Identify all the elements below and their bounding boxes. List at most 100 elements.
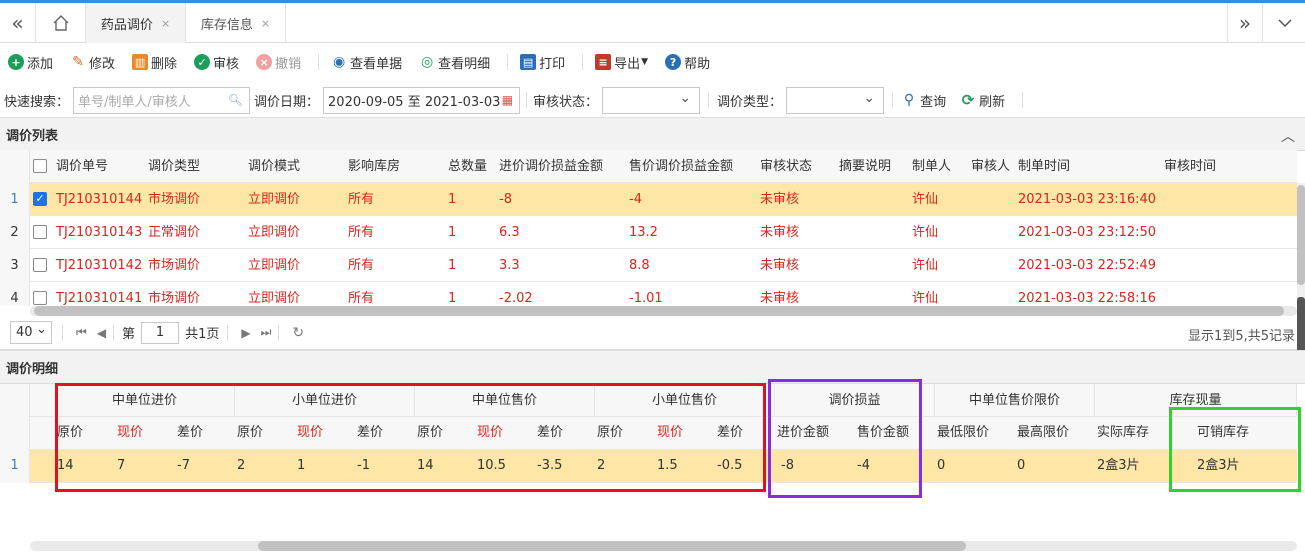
export-label: 导出: [614, 56, 641, 72]
column-header[interactable]: 调价模式: [248, 150, 300, 183]
column-header[interactable]: 审核人: [971, 150, 1010, 183]
tab-stock-info[interactable]: 库存信息 ×: [186, 3, 286, 43]
prev-page-icon[interactable]: ◀: [97, 326, 106, 340]
list-scrollbar-thumb[interactable]: [34, 306, 1284, 316]
row-checkbox[interactable]: [33, 258, 47, 272]
date-range-input[interactable]: 2020-09-05 至 2021-03-03 ▦: [323, 86, 521, 114]
toolbar-divider: [318, 54, 320, 70]
scroll-tabs-left-icon[interactable]: «: [0, 3, 36, 43]
cell-adjust-type: 市场调价: [148, 258, 201, 273]
list-vscrollbar-thumb[interactable]: [1297, 185, 1305, 285]
highlight-box-green: [1169, 407, 1301, 492]
view-doc-button[interactable]: ◉ 查看单据: [331, 53, 402, 72]
collapse-chevron-up-icon[interactable]: ︿: [1281, 126, 1295, 146]
home-icon[interactable]: [36, 3, 86, 43]
column-header[interactable]: 制单时间: [1018, 150, 1070, 183]
audit-status-select[interactable]: ⌄: [602, 86, 701, 114]
cell-cost-pl: 6.3: [499, 225, 520, 240]
view-detail-button[interactable]: ◎ 查看明细: [419, 53, 490, 72]
cell-sale-pl: 13.2: [629, 225, 658, 240]
quick-search-input[interactable]: 单号/制单人/审核人 🔍︎: [73, 86, 251, 114]
cell-cost-pl: -2.02: [499, 291, 533, 306]
last-page-icon[interactable]: ⏭: [261, 325, 272, 340]
cell-qty: 1: [448, 258, 457, 273]
cell-audit-status: 未审核: [760, 291, 800, 306]
cell-adjust-type: 正常调价: [148, 225, 201, 240]
close-icon[interactable]: ×: [261, 17, 270, 30]
select-all-checkbox[interactable]: [33, 159, 47, 173]
table-row[interactable]: 1 ✓ TJ210310144 市场调价 立即调价 所有 1 -8 -4 未审核…: [0, 183, 1297, 216]
help-icon: ?: [665, 54, 682, 70]
column-header[interactable]: 调价单号: [56, 150, 108, 183]
row-checkbox[interactable]: ✓: [33, 192, 47, 206]
group-header: 中单位售价限价: [935, 384, 1095, 417]
cell-created-at: 2021-03-03 23:16:40: [1018, 192, 1157, 207]
detail-scrollbar-thumb[interactable]: [258, 541, 966, 551]
date-label: 调价日期：: [254, 94, 320, 110]
tab-drug-price-adjust[interactable]: 药品调价 ×: [86, 3, 186, 43]
chevron-down-icon: ⌄: [679, 89, 692, 106]
cell-qty: 1: [448, 291, 457, 306]
table-row[interactable]: 2 TJ210310143 正常调价 立即调价 所有 1 6.3 13.2 未审…: [0, 216, 1297, 249]
highlight-box-purple: [768, 379, 922, 498]
column-header[interactable]: 影响库房: [348, 150, 400, 183]
cell-creator: 许仙: [912, 192, 939, 207]
add-button[interactable]: + 添加: [8, 53, 53, 72]
audit-button[interactable]: ✓ 审核: [194, 53, 239, 72]
column-header[interactable]: 售价调价损益金额: [629, 150, 733, 183]
table-row[interactable]: 4 TJ210310141 市场调价 立即调价 所有 1 -2.02 -1.01…: [0, 282, 1297, 306]
cell-warehouse: 所有: [348, 192, 375, 207]
column-header[interactable]: 进价调价损益金额: [499, 150, 603, 183]
revoke-button[interactable]: × 撤销: [256, 53, 301, 72]
cell-created-at: 2021-03-03 22:52:49: [1018, 258, 1157, 273]
delete-label: 删除: [151, 56, 178, 72]
column-header[interactable]: 审核状态: [760, 150, 812, 183]
search-divider: [708, 92, 710, 108]
row-number: 3: [0, 249, 30, 282]
tab-menu-chevron-icon[interactable]: [1265, 3, 1305, 43]
column-header[interactable]: 摘要说明: [839, 150, 891, 183]
quick-search-label: 快速搜索：: [4, 94, 70, 110]
row-checkbox[interactable]: [33, 291, 47, 305]
export-button[interactable]: ≡ 导出 ▼: [595, 53, 648, 72]
table-row[interactable]: 3 TJ210310142 市场调价 立即调价 所有 1 3.3 8.8 未审核…: [0, 249, 1297, 282]
column-header[interactable]: 调价类型: [148, 150, 200, 183]
calendar-icon[interactable]: ▦: [502, 93, 513, 107]
cell-creator: 许仙: [912, 225, 939, 240]
print-button[interactable]: ▤ 打印: [520, 53, 565, 72]
cell-adjust-type: 市场调价: [148, 192, 201, 207]
pager-divider: [278, 324, 280, 341]
edit-button[interactable]: ✎ 修改: [70, 53, 115, 72]
record-count-info: 显示1到5,共5记录: [1188, 329, 1295, 344]
delete-button[interactable]: ▥ 删除: [132, 53, 177, 72]
cell-cost-pl: 3.3: [499, 258, 520, 273]
highlight-box-red: [55, 383, 766, 492]
cell-audit-status: 未审核: [760, 258, 800, 273]
grid-header-row: 调价单号 调价类型 调价模式 影响库房 总数量 进价调价损益金额 售价调价损益金…: [0, 150, 1297, 183]
print-label: 打印: [539, 56, 566, 72]
help-button[interactable]: ? 帮助: [665, 53, 710, 72]
column-header[interactable]: 制单人: [912, 150, 951, 183]
column-header[interactable]: 实际库存: [1097, 417, 1149, 449]
search-divider: [526, 92, 528, 108]
column-header[interactable]: 最高限价: [1017, 417, 1069, 449]
column-header[interactable]: 总数量: [448, 150, 487, 183]
adjust-type-select[interactable]: ⌄: [786, 86, 885, 114]
side-resize-handle[interactable]: [1297, 297, 1305, 353]
row-number: 4: [0, 282, 30, 306]
first-page-icon[interactable]: ⏮: [76, 325, 87, 340]
pagination-bar: 40 ⌄ ⏮ ◀ 第 1 共1页 ▶ ⏭ ↻ 显示1到5,共5记录: [0, 316, 1297, 350]
column-header[interactable]: 审核时间: [1164, 150, 1216, 183]
scroll-tabs-right-icon[interactable]: »: [1227, 3, 1263, 43]
magnifier-icon: ⚲: [903, 92, 915, 108]
close-icon[interactable]: ×: [161, 17, 170, 30]
page-number-input[interactable]: 1: [141, 321, 180, 344]
query-button[interactable]: ⚲ 查询: [901, 91, 946, 110]
reload-icon[interactable]: ↻: [292, 325, 304, 341]
next-page-icon[interactable]: ▶: [241, 326, 250, 340]
refresh-button[interactable]: ⟳ 刷新: [960, 91, 1005, 110]
page-size-select[interactable]: 40 ⌄: [10, 321, 52, 344]
column-header[interactable]: 最低限价: [937, 417, 989, 449]
search-icon: 🔍︎: [227, 92, 244, 107]
row-checkbox[interactable]: [33, 225, 47, 239]
